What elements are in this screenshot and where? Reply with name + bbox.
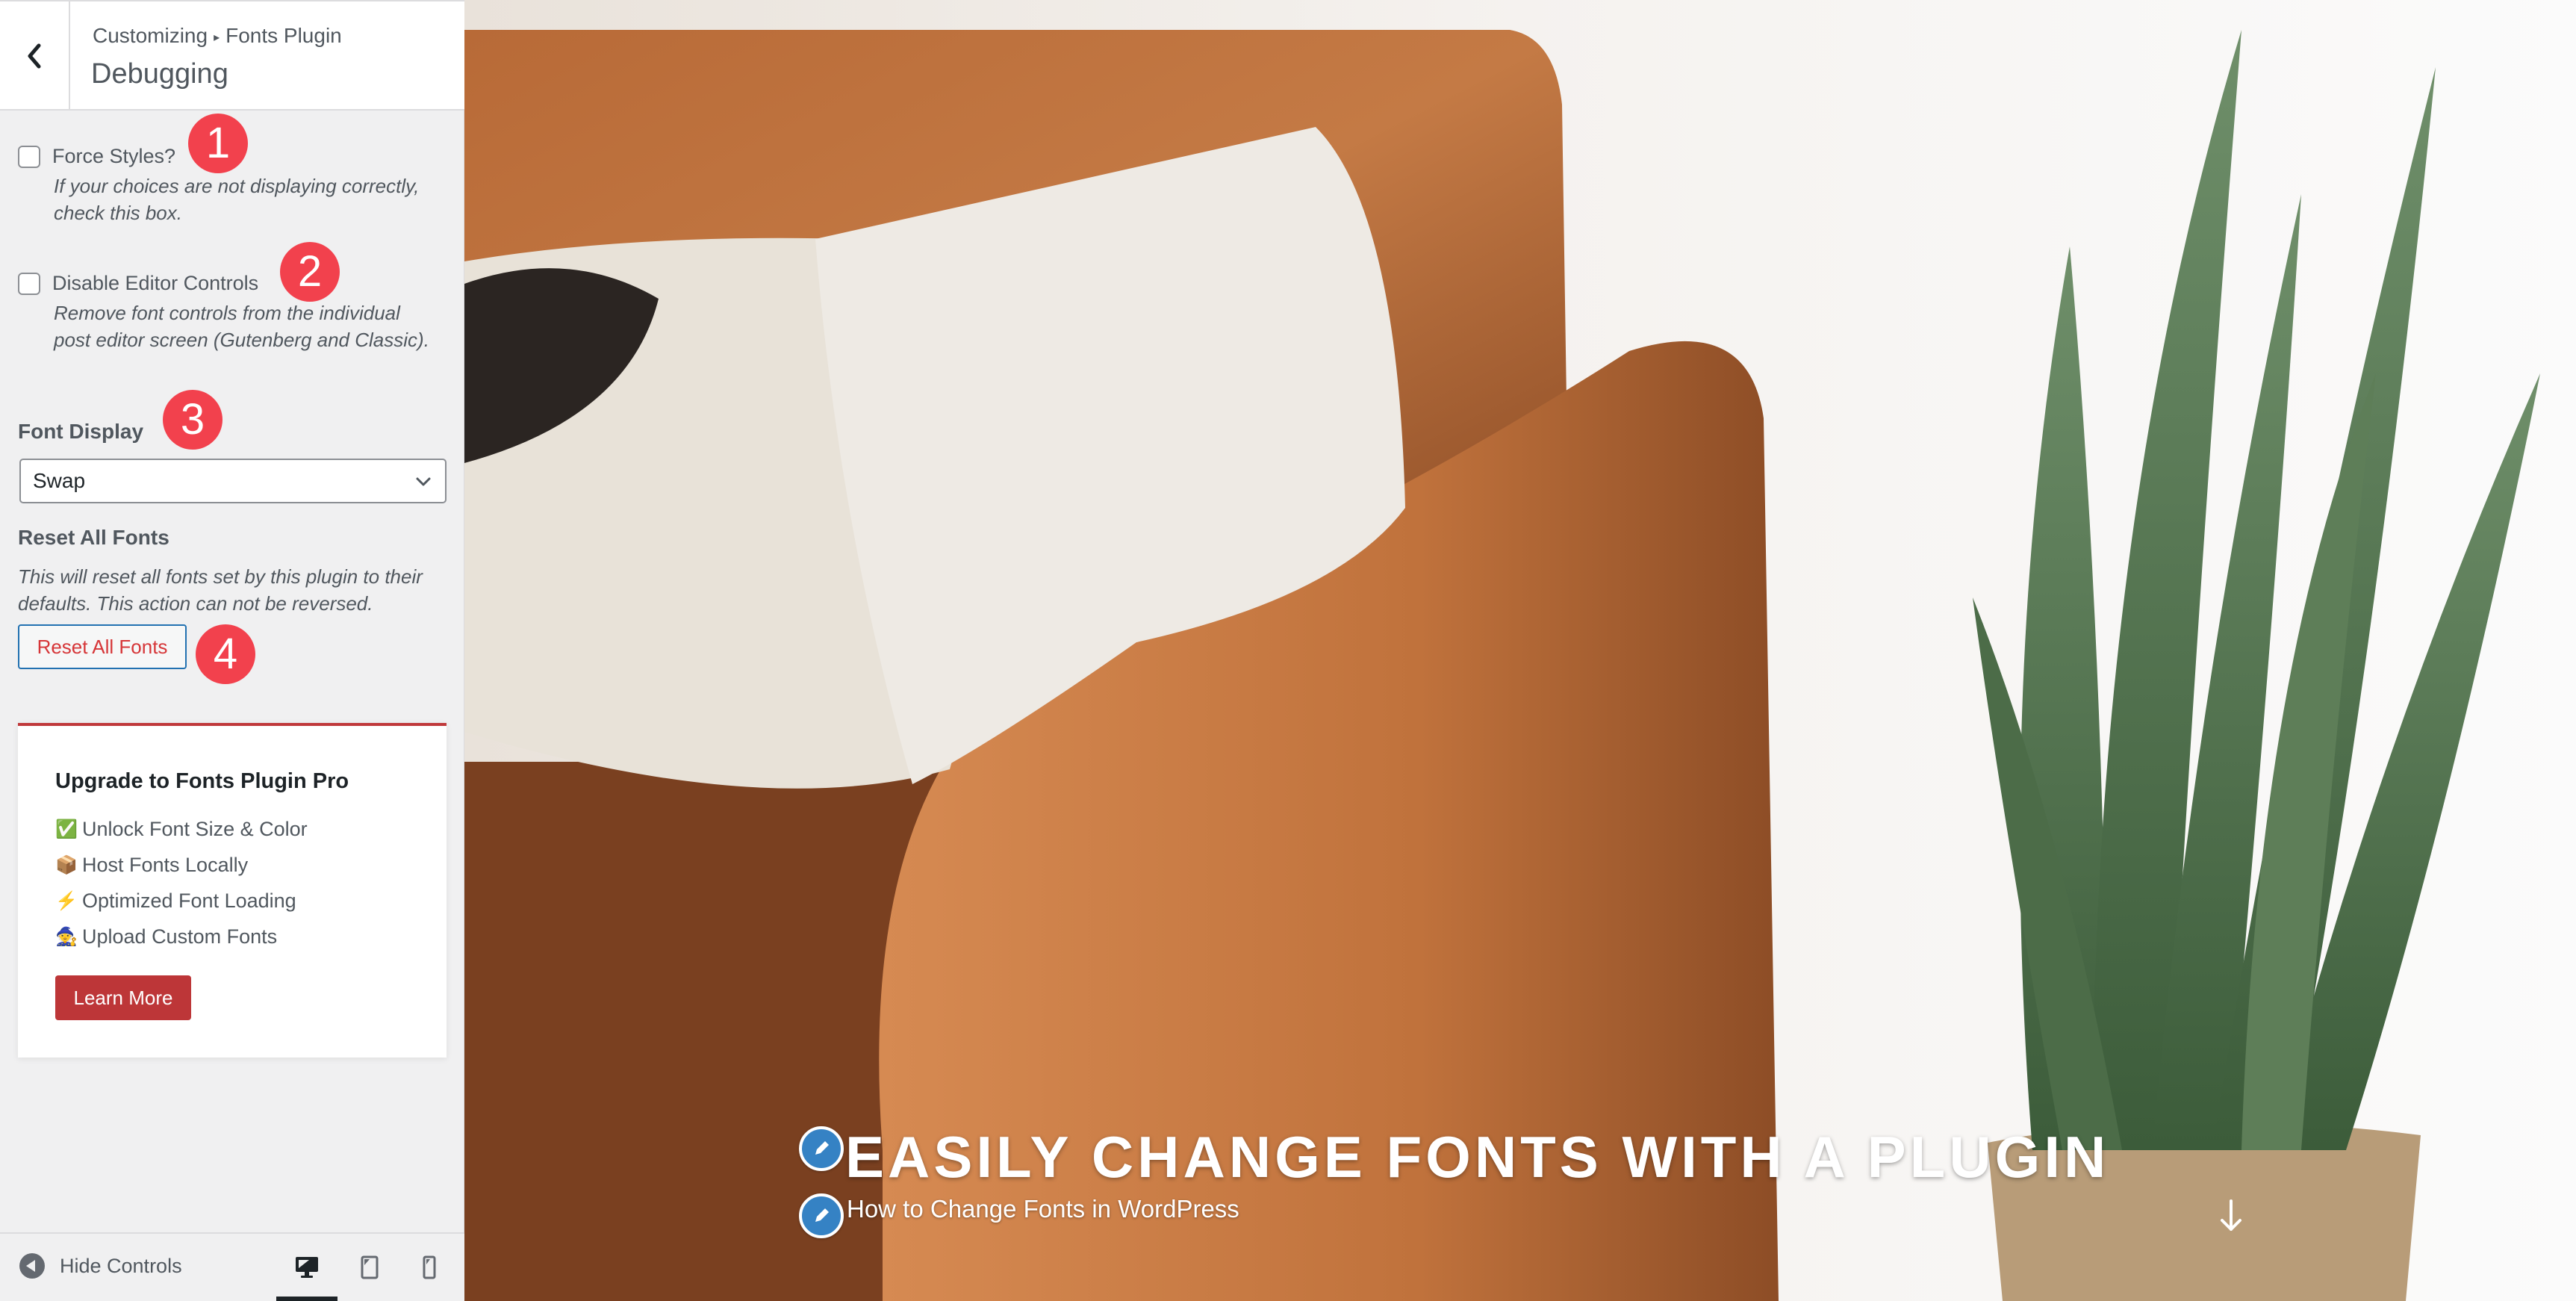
reset-fonts-control: Reset All Fonts This will reset all font… [18,526,446,617]
lightning-icon: ⚡ [55,890,78,911]
font-display-label: Font Display [18,420,144,443]
feature-label: Host Fonts Locally [82,853,249,876]
collapse-arrow-icon [19,1253,45,1279]
annotation-badge-2: 2 [280,242,340,302]
disable-editor-control: Disable Editor Controls Remove font cont… [18,272,446,353]
force-styles-label: Force Styles? [52,145,176,167]
wizard-icon: 🧙 [55,926,78,947]
disable-editor-description: Remove font controls from the individual… [54,302,429,351]
font-display-control: Font Display [18,420,446,444]
sidebar-footer: Hide Controls [0,1232,464,1301]
sidebar-header: Customizing ▸ Fonts Plugin Debugging [0,0,464,111]
tablet-icon [361,1255,379,1279]
edit-title-button[interactable] [799,1126,844,1171]
pencil-icon [815,1208,829,1222]
feature-label: Unlock Font Size & Color [82,817,308,840]
reset-fonts-description: This will reset all fonts set by this pl… [18,565,423,615]
hide-controls-button[interactable]: Hide Controls [19,1253,182,1279]
list-item: ✅ Unlock Font Size & Color [55,811,308,847]
preview-tablet-button[interactable] [351,1250,388,1285]
learn-more-button[interactable]: Learn More [55,975,191,1020]
preview-desktop-button[interactable] [276,1250,337,1301]
edit-subtitle-button[interactable] [799,1193,844,1238]
font-display-selected-value: Swap [33,469,86,492]
hero-title: EASILY CHANGE FONTS WITH A PLUGIN [845,1124,2110,1190]
force-styles-description: If your choices are not displaying corre… [54,175,420,224]
upgrade-title: Upgrade to Fonts Plugin Pro [55,769,349,793]
customizer-sidebar: Customizing ▸ Fonts Plugin Debugging Force… [0,0,464,1301]
list-item: 📦 Host Fonts Locally [55,847,308,883]
mobile-icon [423,1255,436,1279]
breadcrumb-parent: Fonts Plugin [225,24,342,47]
chevron-down-icon [416,477,431,486]
site-preview: EASILY CHANGE FONTS WITH A PLUGIN How to… [464,0,2576,1301]
scroll-down-arrow-icon[interactable] [2216,1198,2246,1235]
hero-subtitle: How to Change Fonts in WordPress [847,1195,1239,1223]
font-display-select[interactable]: Swap [19,459,447,503]
reset-all-fonts-button[interactable]: Reset All Fonts [18,624,187,669]
back-button[interactable] [0,1,70,111]
preview-mobile-button[interactable] [411,1250,448,1285]
feature-label: Optimized Font Loading [82,889,296,912]
disable-editor-label: Disable Editor Controls [52,272,259,294]
feature-label: Upload Custom Fonts [82,925,278,948]
annotation-badge-3: 3 [163,390,223,450]
disable-editor-checkbox[interactable] [18,272,40,295]
section-title: Debugging [91,58,228,90]
hero-background-image [464,0,2576,1301]
chevron-left-icon [28,43,41,69]
breadcrumb: Customizing ▸ Fonts Plugin [93,24,342,48]
breadcrumb-root: Customizing [93,24,208,47]
upgrade-promo-box: Upgrade to Fonts Plugin Pro ✅ Unlock Fon… [18,723,447,1058]
reset-fonts-title: Reset All Fonts [18,526,169,549]
annotation-badge-4: 4 [196,624,255,684]
check-mark-icon: ✅ [55,819,78,839]
list-item: ⚡ Optimized Font Loading [55,883,308,919]
upgrade-feature-list: ✅ Unlock Font Size & Color 📦 Host Fonts … [55,811,308,954]
desktop-icon [296,1257,318,1278]
annotation-badge-1: 1 [188,114,248,173]
breadcrumb-separator-icon: ▸ [214,31,220,44]
force-styles-checkbox[interactable] [18,145,40,168]
hide-controls-label: Hide Controls [60,1254,182,1277]
list-item: 🧙 Upload Custom Fonts [55,919,308,954]
pencil-icon [815,1141,829,1155]
package-icon: 📦 [55,854,78,875]
